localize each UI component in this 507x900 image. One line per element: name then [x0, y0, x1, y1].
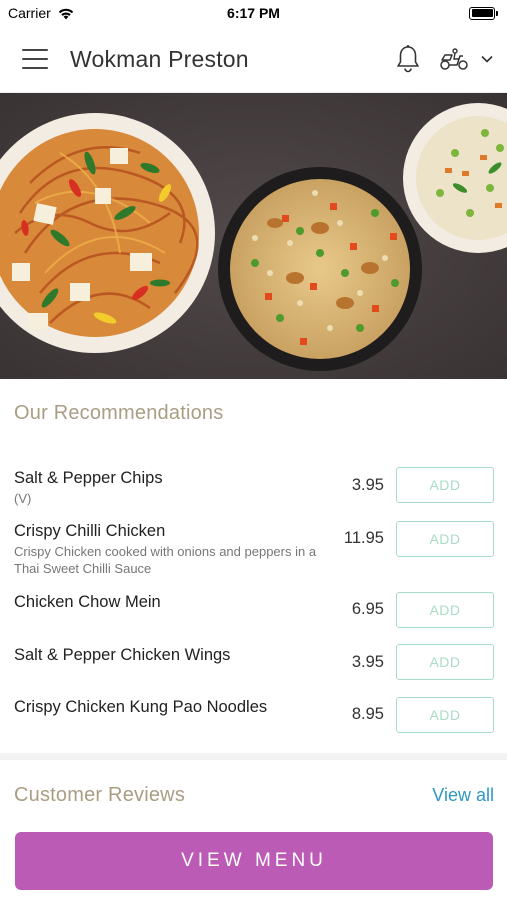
view-menu-button[interactable]: VIEW MENU	[15, 832, 493, 890]
reviews-title: Customer Reviews	[14, 784, 186, 806]
bell-icon[interactable]	[395, 44, 421, 74]
view-all-reviews-link[interactable]: View all	[432, 785, 494, 806]
header-actions	[395, 44, 493, 74]
item-price: 6.95	[351, 600, 384, 618]
menu-icon[interactable]	[22, 49, 48, 69]
app-header: Wokman Preston	[0, 26, 507, 93]
section-divider	[0, 753, 507, 760]
item-price: 11.95	[343, 529, 384, 547]
delivery-mode-selector[interactable]	[439, 47, 493, 71]
food-illustration	[0, 93, 507, 379]
item-price: 3.95	[351, 653, 384, 671]
carrier-label: Carrier	[8, 5, 51, 21]
item-description: Crispy Chicken cooked with onions and pe…	[14, 544, 317, 576]
item-name: Crispy Chilli Chicken	[14, 522, 166, 540]
item-description: (V)	[14, 491, 32, 506]
item-price: 8.95	[351, 705, 384, 723]
restaurant-title: Wokman Preston	[70, 45, 249, 72]
status-left: Carrier	[8, 5, 75, 21]
add-button[interactable]: ADD	[396, 521, 494, 557]
add-button[interactable]: ADD	[396, 592, 494, 628]
add-button[interactable]: ADD	[396, 697, 494, 733]
item-name: Salt & Pepper Chips	[14, 469, 163, 487]
hero-food-image	[0, 93, 507, 379]
status-time: 6:17 PM	[227, 5, 280, 21]
battery-icon	[469, 6, 498, 20]
item-name: Crispy Chicken Kung Pao Noodles	[14, 698, 268, 716]
chevron-down-icon	[481, 55, 493, 63]
item-name: Chicken Chow Mein	[14, 593, 161, 611]
item-price: 3.95	[351, 476, 384, 494]
recommendations-title: Our Recommendations	[14, 402, 224, 424]
add-button[interactable]: ADD	[396, 644, 494, 680]
add-button[interactable]: ADD	[396, 467, 494, 503]
scooter-icon	[440, 48, 468, 70]
status-bar: Carrier 6:17 PM	[0, 0, 507, 26]
wifi-icon	[58, 8, 73, 19]
item-name: Salt & Pepper Chicken Wings	[14, 646, 231, 664]
